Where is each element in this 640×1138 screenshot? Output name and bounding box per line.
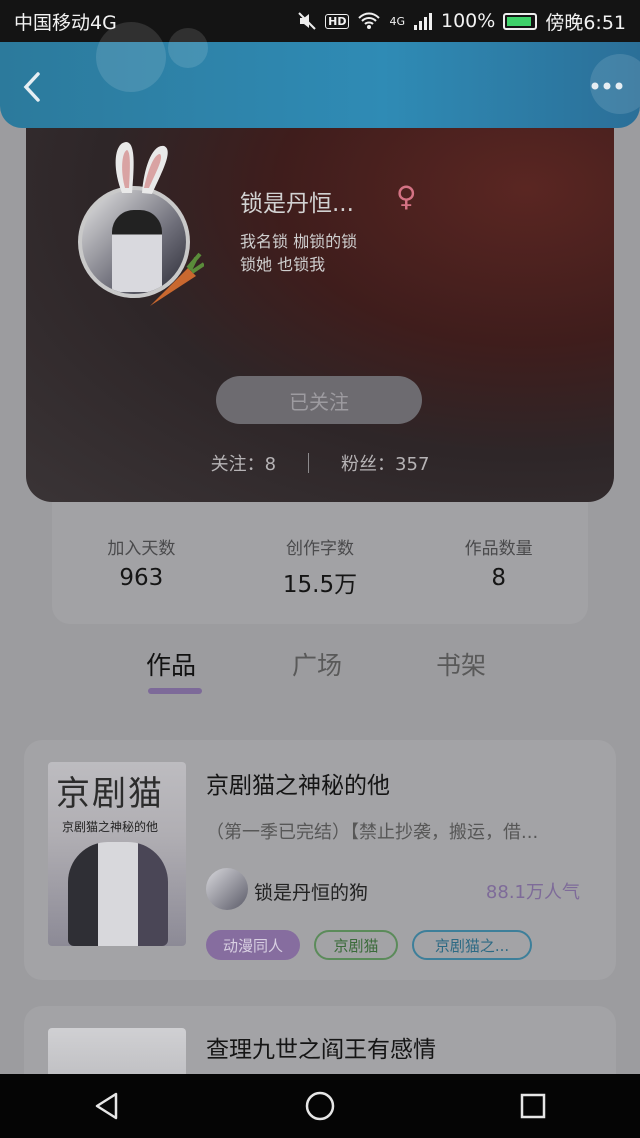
- popularity-count: 88.1万人气: [485, 882, 580, 903]
- bunny-ears-icon: [115, 142, 168, 194]
- author-avatar[interactable]: [206, 868, 248, 910]
- system-nav-bar: [0, 1074, 640, 1138]
- cover-subtitle: 京剧猫之神秘的他: [62, 820, 159, 834]
- mute-icon: [298, 12, 316, 30]
- nav-home-button[interactable]: [290, 1076, 350, 1136]
- cover-title: 京剧猫: [56, 774, 164, 814]
- carrier-label: 中国移动4G: [14, 11, 117, 34]
- hd-badge: HD: [325, 13, 350, 29]
- book-card[interactable]: 京剧猫 京剧猫之神秘的他 京剧猫之神秘的他 （第一季已完结）【禁止抄袭，搬运，借…: [24, 740, 616, 980]
- wifi-icon: [358, 12, 381, 29]
- clock: 傍晚6:51: [545, 11, 626, 34]
- tag[interactable]: 京剧猫之...: [412, 930, 532, 960]
- stats-panel: 加入天数 963 创作字数 15.5万 作品数量 8: [52, 502, 588, 624]
- stat-works-count: 作品数量 8: [424, 534, 574, 624]
- status-icons: HD 4G 100% 傍晚6:51: [297, 8, 626, 35]
- stat-word-count: 创作字数 15.5万: [245, 534, 395, 624]
- header-decoration: [96, 22, 166, 92]
- home-circle-icon: [305, 1091, 335, 1121]
- tag[interactable]: 京剧猫: [314, 930, 398, 960]
- user-bio: 我名锁 枷锁的锁 锁她 也锁我: [240, 230, 357, 276]
- tab-bar: 作品 广场 书架: [0, 646, 640, 702]
- carrot-icon: [150, 252, 204, 306]
- nav-back-button[interactable]: [77, 1076, 137, 1136]
- female-icon: ♀: [396, 180, 417, 213]
- book-title[interactable]: 查理九世之阎王有感情: [206, 1030, 436, 1064]
- follow-button[interactable]: 已关注: [216, 376, 422, 424]
- battery-percent: 100%: [441, 10, 496, 32]
- profile-card: 锁是丹恒... ♀ 我名锁 枷锁的锁 锁她 也锁我 已关注 关注：8 粉丝：35…: [26, 110, 614, 502]
- fans-count[interactable]: 粉丝：357: [341, 450, 429, 476]
- book-title[interactable]: 京剧猫之神秘的他: [206, 766, 390, 800]
- stat-label: 创作字数: [285, 539, 354, 559]
- follow-counts: 关注：8 粉丝：357: [26, 450, 614, 476]
- stat-value: 963: [119, 565, 164, 591]
- username: 锁是丹恒...: [240, 191, 354, 217]
- header-decoration: [168, 28, 208, 68]
- cover-illustration: [68, 842, 168, 946]
- book-cover[interactable]: 京剧猫 京剧猫之神秘的他: [48, 762, 186, 946]
- stat-value: 8: [491, 565, 506, 591]
- book-tags: 动漫同人 京剧猫 京剧猫之...: [206, 930, 532, 960]
- chevron-left-icon: [23, 72, 40, 102]
- nav-recent-button[interactable]: [503, 1076, 563, 1136]
- back-triangle-icon: [95, 1092, 117, 1120]
- top-header: [0, 22, 640, 128]
- bio-line-1: 我名锁 枷锁的锁: [240, 232, 358, 251]
- tab-bookshelf[interactable]: 书架: [436, 646, 486, 682]
- more-button[interactable]: [590, 72, 624, 97]
- stat-label: 作品数量: [464, 539, 533, 559]
- following-count[interactable]: 关注：8: [211, 450, 276, 476]
- stat-value: 15.5万: [282, 572, 358, 598]
- active-tab-indicator: [148, 688, 202, 694]
- author-name[interactable]: 锁是丹恒的狗: [254, 878, 368, 905]
- stat-join-days: 加入天数 963: [66, 534, 216, 624]
- tab-square[interactable]: 广场: [292, 646, 342, 682]
- bio-line-2: 锁她 也锁我: [240, 255, 326, 274]
- stat-label: 加入天数: [107, 539, 176, 559]
- recent-square-icon: [521, 1093, 546, 1119]
- signal-icon: [414, 13, 432, 30]
- tab-works[interactable]: 作品: [146, 646, 196, 682]
- battery-icon: [503, 12, 538, 30]
- divider: [308, 453, 310, 473]
- back-button[interactable]: [18, 70, 50, 102]
- more-dots-icon: [591, 82, 623, 90]
- book-description: （第一季已完结）【禁止抄袭，搬运，借...: [206, 822, 539, 843]
- tag[interactable]: 动漫同人: [206, 930, 300, 960]
- network-type: 4G: [389, 14, 405, 28]
- status-bar: 中国移动4G HD 4G 100% 傍晚6:51: [0, 0, 640, 42]
